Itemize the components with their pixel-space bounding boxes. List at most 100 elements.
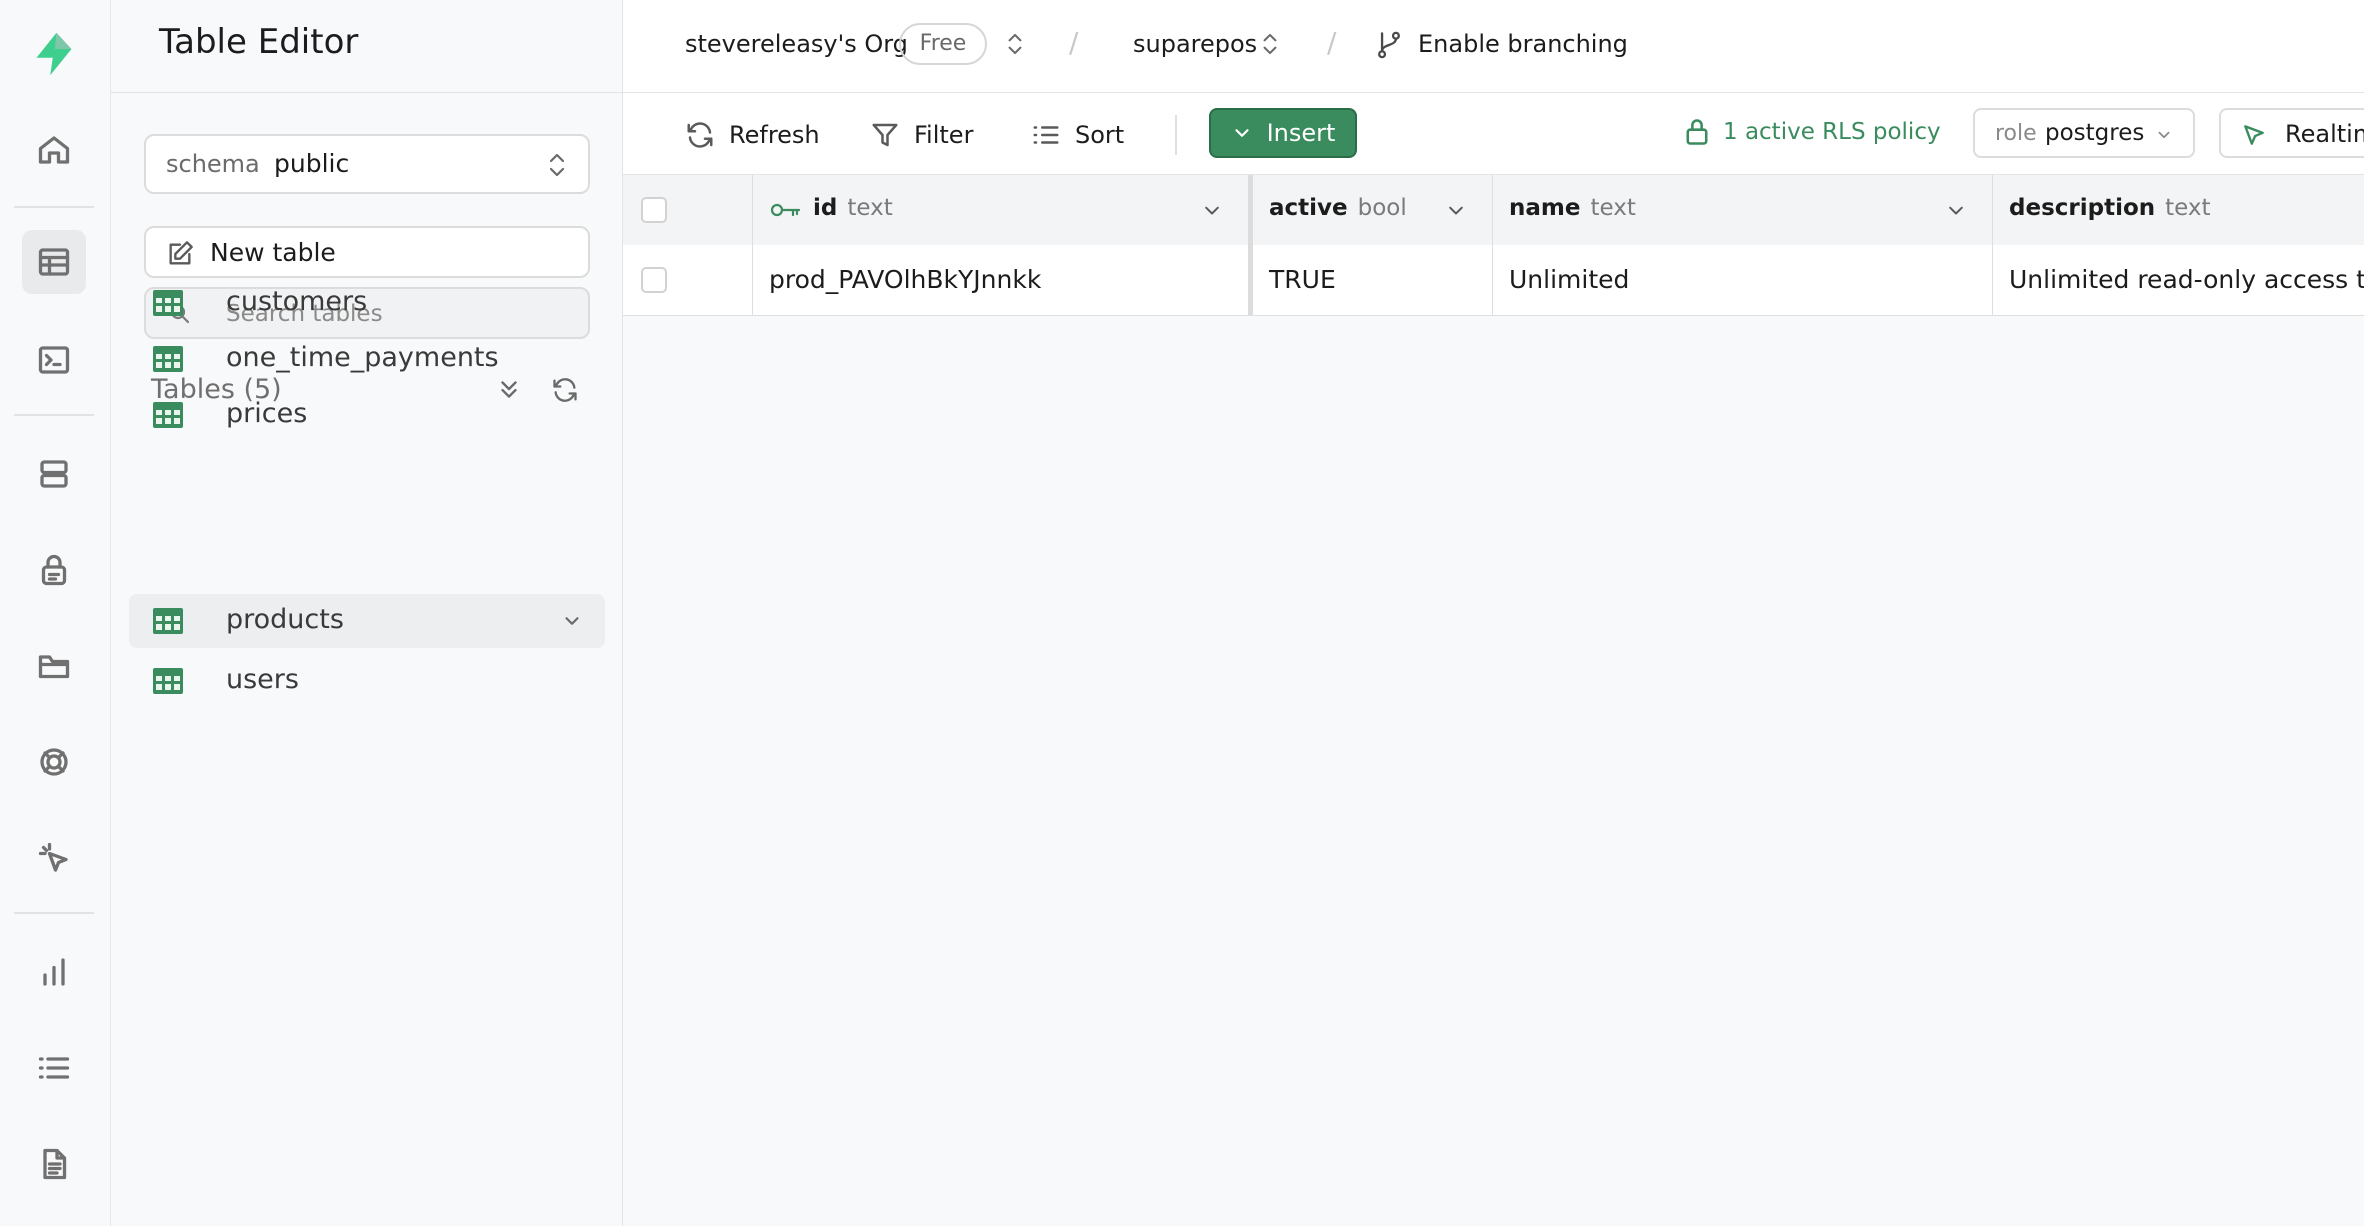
refresh-button[interactable]: Refresh xyxy=(685,117,820,153)
column-active-title: active bool xyxy=(1269,195,1407,221)
sidebar-divider xyxy=(111,92,622,93)
table-item-prices[interactable]: prices xyxy=(129,388,605,442)
schema-label: schema xyxy=(166,150,260,178)
rls-label: 1 active RLS policy xyxy=(1723,119,1941,145)
refresh-label: Refresh xyxy=(729,121,820,149)
filter-label: Filter xyxy=(914,121,974,149)
table-grid-icon xyxy=(153,668,183,694)
supabase-logo-icon[interactable] xyxy=(22,22,86,86)
project-name[interactable]: suparepos xyxy=(1133,30,1257,58)
cell-value: Unlimited xyxy=(1509,265,1630,294)
org-switcher-icon[interactable] xyxy=(1005,30,1025,58)
list-sort-icon xyxy=(1033,126,1059,144)
insert-button[interactable]: Insert xyxy=(1209,108,1357,158)
filter-icon xyxy=(872,123,898,147)
column-description-title: description text xyxy=(2009,195,2211,221)
storage-folder-icon[interactable] xyxy=(22,634,86,698)
edit-icon xyxy=(169,241,193,265)
plan-badge: Free xyxy=(899,23,987,65)
filter-button[interactable]: Filter xyxy=(870,117,973,153)
table-grid-icon xyxy=(153,608,183,634)
table-grid-icon xyxy=(153,402,183,428)
table-row[interactable]: prod_PAVOlhBkYJnnkk TRUE Unlimited Unlim… xyxy=(623,245,2364,316)
org-name[interactable]: stevereleasy's Org xyxy=(685,30,908,58)
insert-label: Insert xyxy=(1266,119,1336,147)
new-table-label: New table xyxy=(210,238,336,267)
rail-divider xyxy=(14,414,94,416)
sort-button[interactable]: Sort xyxy=(1031,117,1124,153)
column-name: name xyxy=(1509,195,1581,221)
home-icon[interactable] xyxy=(22,118,86,182)
reports-chart-icon[interactable] xyxy=(22,940,86,1004)
chevron-down-icon[interactable] xyxy=(561,610,583,632)
column-header-description[interactable]: description text xyxy=(1993,175,2364,245)
edge-functions-icon[interactable] xyxy=(22,730,86,794)
enable-branching-button[interactable]: Enable branching xyxy=(1418,30,1628,58)
table-item-label: products xyxy=(226,604,344,635)
realtime-label: Realtim xyxy=(2285,120,2364,148)
role-value: postgres xyxy=(2045,120,2145,146)
git-branch-icon xyxy=(1378,31,1400,59)
column-name: description xyxy=(2009,195,2156,221)
table-item-label: users xyxy=(226,664,299,695)
sql-editor-icon[interactable] xyxy=(22,328,86,392)
cursor-pointer-icon xyxy=(2244,125,2264,145)
cell-name[interactable]: Unlimited xyxy=(1493,245,1993,315)
table-editor-sidebar: Table Editor schema public New table Tab… xyxy=(111,0,623,1226)
column-header-active[interactable]: active bool xyxy=(1253,175,1493,245)
cell-value: Unlimited read-only access to xyxy=(2009,265,2364,294)
table-editor-icon[interactable] xyxy=(22,230,86,294)
lock-icon xyxy=(1686,119,1708,145)
cell-value: prod_PAVOlhBkYJnnkk xyxy=(769,265,1042,294)
table-item-users[interactable]: users xyxy=(129,654,605,708)
schema-selector[interactable]: schema public xyxy=(144,134,590,194)
row-checkbox[interactable] xyxy=(641,267,667,293)
new-table-button[interactable]: New table xyxy=(144,226,590,278)
cell-description[interactable]: Unlimited read-only access to xyxy=(1993,245,2364,315)
cell-id[interactable]: prod_PAVOlhBkYJnnkk xyxy=(753,245,1253,315)
sidebar-title: Table Editor xyxy=(159,22,359,62)
column-name: active xyxy=(1269,195,1348,221)
logs-list-icon[interactable] xyxy=(22,1036,86,1100)
grid-toolbar: Refresh Filter Sort Insert 1 active RLS … xyxy=(623,93,2364,175)
column-type: text xyxy=(847,195,893,221)
chevron-down-icon[interactable] xyxy=(1200,201,1224,221)
chevron-down-icon xyxy=(2158,131,2170,139)
database-icon[interactable] xyxy=(22,442,86,506)
toolbar-divider xyxy=(1175,115,1177,155)
column-header-id[interactable]: id text xyxy=(753,175,1253,245)
column-type: text xyxy=(2165,195,2211,221)
chevron-down-icon[interactable] xyxy=(1444,201,1468,221)
data-grid: id text active bool name text description te… xyxy=(623,175,2364,1226)
table-item-label: customers xyxy=(226,286,368,317)
realtime-cursor-icon[interactable] xyxy=(22,826,86,890)
sort-label: Sort xyxy=(1075,121,1125,149)
column-name: id xyxy=(813,195,838,221)
refresh-icon xyxy=(687,122,713,148)
breadcrumb-separator: / xyxy=(1069,26,1079,59)
column-name-title: name text xyxy=(1509,195,1636,221)
chevron-down-icon[interactable] xyxy=(1944,201,1968,221)
table-item-label: one_time_payments xyxy=(226,342,499,373)
chevron-down-icon xyxy=(1234,129,1249,137)
role-selector[interactable]: role postgres xyxy=(1973,108,2195,158)
realtime-button[interactable]: Realtim xyxy=(2219,108,2364,158)
select-all-checkbox[interactable] xyxy=(641,197,667,223)
breadcrumb-separator: / xyxy=(1327,26,1337,59)
column-type: bool xyxy=(1357,195,1407,221)
table-item-one-time-payments[interactable]: one_time_payments xyxy=(129,332,605,386)
rls-policy-link[interactable]: 1 active RLS policy xyxy=(1683,117,1941,147)
top-breadcrumb-bar: stevereleasy's Org Free / suparepos / En… xyxy=(623,0,2364,93)
select-all-cell xyxy=(623,175,753,245)
nav-rail xyxy=(0,0,111,1226)
role-label: role xyxy=(1995,121,2037,146)
column-header-name[interactable]: name text xyxy=(1493,175,1993,245)
table-item-products[interactable]: products xyxy=(129,594,605,648)
chevron-up-down-icon xyxy=(549,153,565,177)
cell-active[interactable]: TRUE xyxy=(1253,245,1493,315)
table-item-customers[interactable]: customers xyxy=(129,276,605,330)
auth-lock-icon[interactable] xyxy=(22,538,86,602)
api-docs-icon[interactable] xyxy=(22,1132,86,1196)
project-switcher-icon[interactable] xyxy=(1260,30,1280,58)
table-grid-icon xyxy=(153,290,183,316)
